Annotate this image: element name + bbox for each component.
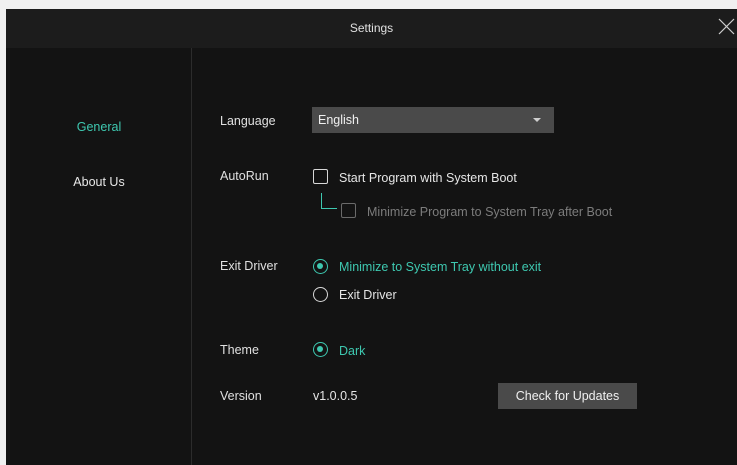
start-with-boot-checkbox[interactable] <box>313 169 328 184</box>
window-title: Settings <box>349 21 394 35</box>
start-with-boot-label: Start Program with System Boot <box>339 171 517 185</box>
exit-driver-label: Exit Driver <box>220 259 278 273</box>
close-button[interactable] <box>715 14 737 40</box>
language-label: Language <box>220 114 276 128</box>
language-select-value: English <box>318 113 359 127</box>
autorun-label: AutoRun <box>220 169 269 183</box>
title-bar: Settings <box>6 9 737 48</box>
theme-label: Theme <box>220 343 259 357</box>
theme-dark-radio[interactable] <box>313 342 328 357</box>
settings-window: Settings General About Us Language Engli… <box>6 9 737 465</box>
version-value: v1.0.0.5 <box>313 389 358 403</box>
minimize-after-boot-label: Minimize Program to System Tray after Bo… <box>367 205 613 219</box>
minimize-to-tray-radio[interactable] <box>313 259 328 274</box>
sub-option-connector <box>321 193 337 209</box>
version-label: Version <box>220 389 262 403</box>
sidebar: General About Us <box>6 48 192 465</box>
close-icon <box>718 18 735 35</box>
chevron-down-icon <box>533 118 541 122</box>
minimize-to-tray-label: Minimize to System Tray without exit <box>339 260 542 274</box>
sidebar-item-general[interactable]: General <box>6 120 192 134</box>
minimize-after-boot-checkbox[interactable] <box>341 203 356 218</box>
sidebar-item-about-us[interactable]: About Us <box>6 175 192 189</box>
exit-driver-radio[interactable] <box>313 287 328 302</box>
exit-driver-option-label: Exit Driver <box>339 288 397 302</box>
language-select[interactable]: English <box>312 107 554 133</box>
theme-dark-label: Dark <box>339 344 366 358</box>
check-for-updates-button[interactable]: Check for Updates <box>498 383 637 409</box>
